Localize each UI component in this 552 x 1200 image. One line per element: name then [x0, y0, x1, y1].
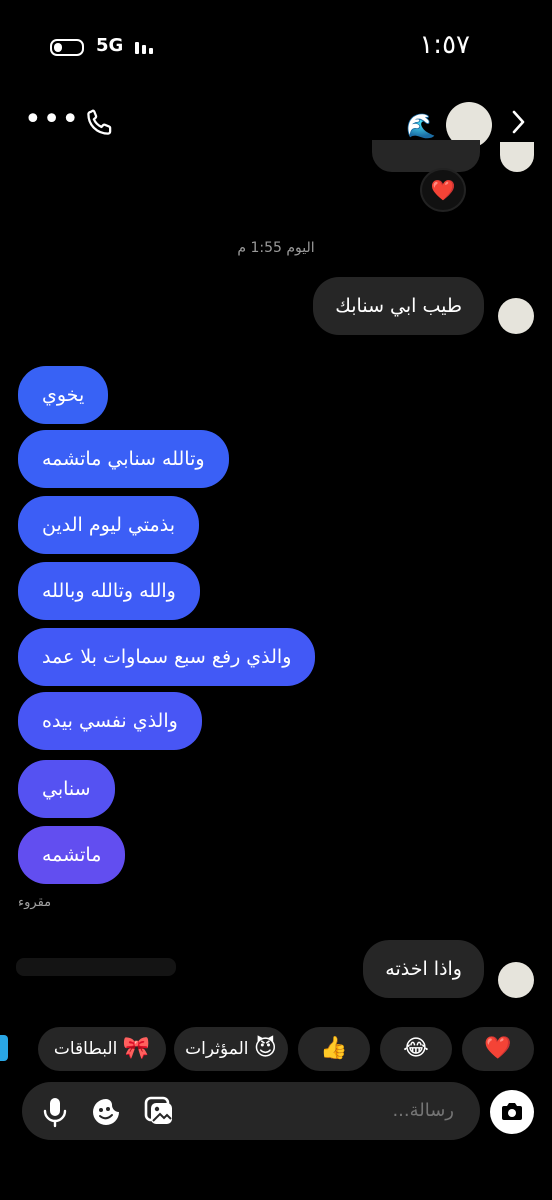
message-input[interactable]	[312, 1094, 456, 1126]
effects-icon: 😈	[253, 1036, 277, 1061]
incoming-message[interactable]: واذا اخذته	[363, 940, 484, 998]
outgoing-message[interactable]: سنابي	[18, 760, 115, 818]
quick-reply-effects[interactable]: 😈 المؤثرات	[174, 1027, 288, 1071]
gallery-icon[interactable]	[142, 1094, 176, 1128]
heart-reaction-icon[interactable]: ❤️	[420, 168, 466, 212]
quick-reply-laugh[interactable]: 😂	[380, 1027, 452, 1071]
quick-reply-heart[interactable]: ❤️	[462, 1027, 534, 1071]
incoming-message[interactable]: طيب ابي سنابك	[313, 277, 484, 335]
outgoing-message[interactable]: والله وتالله وبالله	[18, 562, 200, 620]
outgoing-message[interactable]: والذي رفع سبع سماوات بلا عمد	[18, 628, 316, 686]
quick-reply-cards[interactable]: 🎀 البطاقات	[38, 1027, 166, 1071]
thumbs-up-icon: 👍	[320, 1036, 348, 1061]
sender-avatar	[498, 298, 534, 334]
camera-button[interactable]	[490, 1090, 534, 1134]
sticker-icon[interactable]	[90, 1096, 122, 1128]
sender-avatar	[500, 142, 534, 172]
quick-reply-overflow[interactable]	[0, 1035, 8, 1061]
partial-message-bubble	[372, 140, 480, 172]
message-timestamp: اليوم 1:55 م	[237, 240, 315, 256]
outgoing-message[interactable]: بذمتي ليوم الدين	[18, 496, 199, 554]
mic-icon[interactable]	[40, 1096, 70, 1128]
battery-icon	[50, 39, 84, 56]
signal-icon	[135, 38, 159, 54]
quick-reply-thumbs-up[interactable]: 👍	[298, 1027, 370, 1071]
bow-icon: 🎀	[122, 1036, 151, 1061]
faded-preview	[16, 958, 176, 976]
sender-avatar	[498, 962, 534, 998]
phone-icon[interactable]	[84, 106, 116, 138]
outgoing-message[interactable]: وتالله سنابي ماتشمه	[18, 430, 229, 488]
outgoing-message[interactable]: والذي نفسي بيده	[18, 692, 202, 750]
quick-reply-label: البطاقات	[53, 1039, 118, 1059]
network-label: 5G	[96, 35, 124, 56]
quick-reply-label: المؤثرات	[185, 1039, 249, 1059]
heart-icon: ❤️	[484, 1036, 512, 1061]
wave-icon: 🌊	[406, 112, 436, 140]
outgoing-message[interactable]: ماتشمه	[18, 826, 126, 884]
more-icon[interactable]: •••	[24, 105, 80, 135]
chevron-right-icon[interactable]	[508, 108, 528, 136]
camera-icon	[502, 1103, 522, 1120]
read-receipt: مقروء	[18, 895, 52, 910]
outgoing-message[interactable]: يخوي	[18, 366, 109, 424]
status-time: ١:٥٧	[419, 30, 470, 60]
laugh-icon: 😂	[403, 1036, 429, 1061]
